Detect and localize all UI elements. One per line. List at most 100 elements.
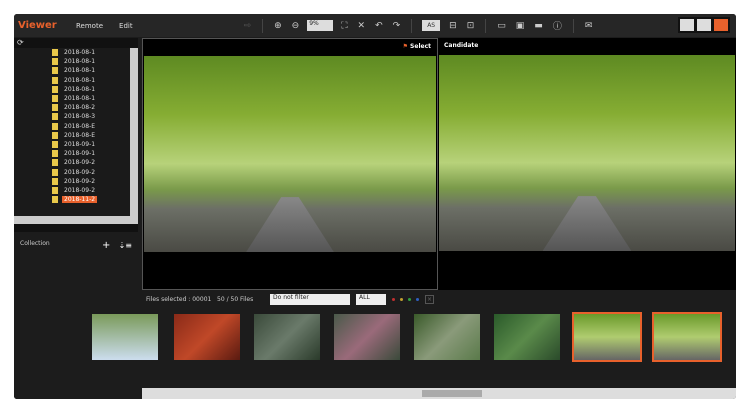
zoom-select[interactable]: 9% [307, 20, 334, 31]
mail-icon[interactable]: ✉ [585, 21, 593, 31]
rating-select[interactable]: ALL [356, 293, 386, 305]
rotate-right-icon[interactable]: ↷ [393, 21, 401, 31]
menu-edit[interactable]: Edit [119, 22, 133, 30]
folder-item[interactable]: 2018-08-1 [14, 94, 138, 103]
folder-icon [52, 159, 58, 167]
thumbnail[interactable] [334, 314, 400, 360]
folder-label: 2018-09-2 [64, 177, 96, 185]
folder-item[interactable]: 2018-09-2 [14, 158, 138, 167]
folder-icon [52, 177, 58, 185]
main-photo [144, 56, 436, 252]
folder-item[interactable]: 2018-09-2 [14, 177, 138, 186]
color-filter-dot[interactable] [392, 297, 395, 301]
filmstrip-view-button[interactable] [697, 19, 711, 31]
candidate-pane[interactable]: Candidate [438, 38, 736, 290]
clear-filter-icon[interactable]: × [425, 294, 434, 304]
filmstrip [92, 308, 736, 388]
filter-bar: Files selected : 00001 50 / 50 Files Do … [142, 291, 736, 307]
folder-label: 2018-08-2 [64, 104, 96, 112]
image-icon[interactable]: ▬ [534, 21, 543, 31]
import-collection-icon[interactable]: ⇣≡ [119, 241, 132, 250]
folder-icon [52, 186, 58, 194]
thumbnail[interactable] [254, 314, 320, 360]
folder-label: 2018-09-2 [64, 159, 96, 167]
layout-icon[interactable]: ▭ [497, 21, 506, 31]
folder-item[interactable]: 2018-08-2 [14, 103, 138, 112]
folder-item[interactable]: 2018-08-1 [14, 76, 138, 85]
folder-label: 2018-08-1 [64, 95, 96, 103]
folder-icon [52, 104, 58, 112]
title-bar: Viewer Remote Edit ⇨ ⊕ ⊖ 9% ⛶ ✕ ↶ ↷ AS ⊟… [14, 14, 736, 37]
zoom-in-icon[interactable]: ⊕ [274, 21, 282, 31]
folder-item[interactable]: 2018-08-3 [14, 112, 138, 121]
folder-item[interactable]: 2018-08-1 [14, 57, 138, 66]
folder-label: 2018-08-1 [64, 67, 96, 75]
export-icon[interactable]: ⇨ [244, 21, 252, 31]
sync-icon[interactable]: ⊡ [467, 21, 475, 31]
thumbnail[interactable] [174, 314, 240, 360]
color-filter-dot[interactable] [416, 297, 419, 301]
actual-size-icon[interactable]: ✕ [358, 21, 366, 31]
folder-item[interactable]: 2018-08-E [14, 131, 138, 140]
folder-label: 2018-08-E [64, 122, 96, 130]
select-pane[interactable]: ⚑ Select [142, 38, 438, 290]
folder-label: 2018-08-1 [64, 58, 96, 66]
image-viewer: ⚑ Select Candidate [142, 38, 736, 290]
tree-vertical-scrollbar[interactable] [130, 48, 138, 216]
tree-horizontal-scrollbar[interactable] [14, 216, 138, 224]
thumbnail[interactable] [92, 314, 158, 360]
add-collection-icon[interactable]: + [102, 240, 110, 251]
view-mode-group [678, 17, 730, 33]
folder-item[interactable]: 2018-09-2 [14, 167, 138, 176]
folder-item[interactable]: 2018-11-2 [14, 195, 138, 204]
folder-item[interactable]: 2018-08-1 [14, 66, 138, 75]
folder-label: 2018-09-1 [64, 140, 96, 148]
folder-label: 2018-08-E [64, 131, 96, 139]
as-button[interactable]: AS [422, 20, 441, 31]
info-icon[interactable]: ⓘ [553, 19, 562, 32]
compare-icon[interactable]: ⊟ [449, 21, 457, 31]
folder-icon [52, 131, 58, 139]
filter-select[interactable]: Do not filter [270, 293, 350, 305]
folder-item[interactable]: 2018-08-1 [14, 85, 138, 94]
display-icon[interactable]: ▣ [516, 21, 525, 31]
zoom-out-icon[interactable]: ⊖ [292, 21, 300, 31]
folder-item[interactable]: 2018-09-1 [14, 149, 138, 158]
folder-icon [52, 49, 58, 57]
candidate-photo [439, 55, 735, 251]
filmstrip-scrollbar[interactable] [142, 388, 736, 399]
thumbnail[interactable] [414, 314, 480, 360]
select-flag-icon: ⚑ [402, 43, 408, 50]
files-status: Files selected : 00001 50 / 50 Files [146, 295, 254, 303]
scrollbar-thumb[interactable] [422, 390, 482, 397]
folder-icon [52, 122, 58, 130]
folder-label: 2018-09-2 [64, 168, 96, 176]
folder-icon [52, 67, 58, 75]
color-filter-dot[interactable] [408, 297, 411, 301]
thumbnail[interactable] [494, 314, 560, 360]
select-label: Select [410, 43, 431, 50]
thumbnail[interactable] [652, 312, 722, 362]
folder-tree: 2018-08-1 2018-08-1 2018-08-1 2018-08-1 2018… [14, 48, 138, 216]
folder-item[interactable]: 2018-08-E [14, 122, 138, 131]
folder-label: 2018-08-3 [64, 113, 96, 121]
folder-item[interactable]: 2018-09-1 [14, 140, 138, 149]
folder-item[interactable]: 2018-08-1 [14, 48, 138, 57]
compare-view-button[interactable] [714, 19, 728, 31]
thumbnail[interactable] [572, 312, 642, 362]
folder-label: 2018-09-2 [64, 186, 96, 194]
app-logo: Viewer [18, 20, 57, 31]
menu-remote[interactable]: Remote [76, 22, 103, 30]
rotate-left-icon[interactable]: ↶ [375, 21, 383, 31]
folder-item[interactable]: 2018-09-2 [14, 186, 138, 195]
color-filter-dot[interactable] [400, 297, 403, 301]
viewer-window: Viewer Remote Edit ⇨ ⊕ ⊖ 9% ⛶ ✕ ↶ ↷ AS ⊟… [14, 14, 736, 399]
folder-label: 2018-08-1 [64, 76, 96, 84]
folder-icon [52, 76, 58, 84]
folder-icon [52, 95, 58, 103]
folder-icon [52, 58, 58, 66]
fit-icon[interactable]: ⛶ [341, 21, 347, 31]
folder-icon [52, 196, 58, 204]
refresh-icon[interactable]: ⟳ [17, 38, 24, 47]
grid-view-button[interactable] [680, 19, 694, 31]
